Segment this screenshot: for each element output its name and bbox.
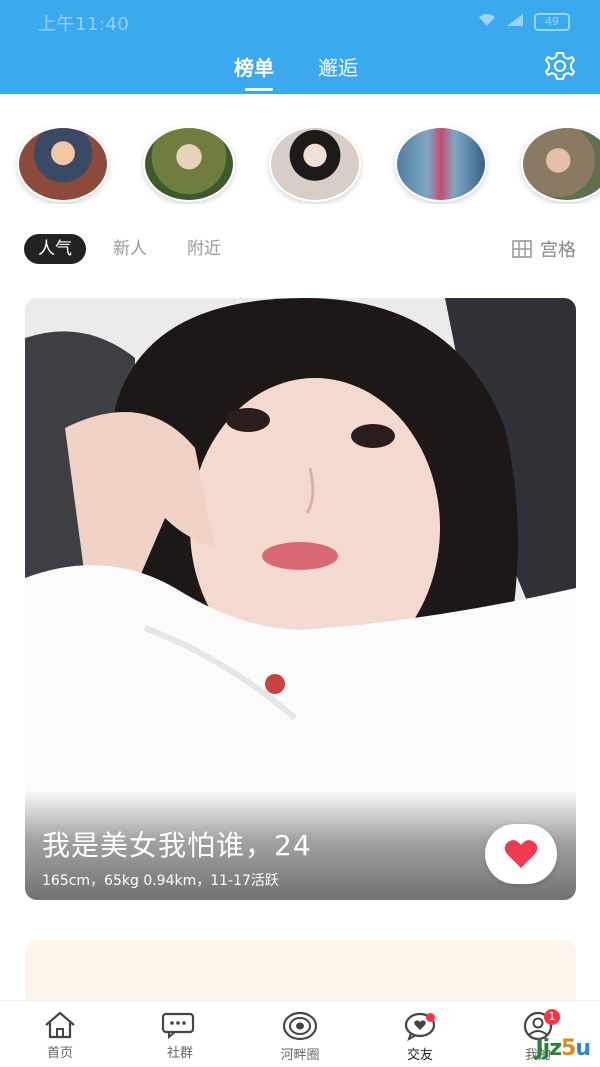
unread-badge: 1	[544, 1009, 560, 1025]
filter-popular[interactable]: 人气	[24, 234, 86, 264]
status-bar: 上午11:40 49	[0, 0, 600, 44]
nav-community[interactable]: 社群	[130, 1011, 230, 1067]
profile-meta: 165cm，65kg 0.94km，11-17活跃	[42, 873, 279, 889]
filter-nearby[interactable]: 附近	[187, 234, 221, 264]
tab-ranking[interactable]: 榜单	[234, 52, 274, 81]
nav-make-friends-label: 交友	[406, 1048, 433, 1063]
avatar[interactable]	[143, 126, 235, 202]
status-time: 上午11:40	[38, 14, 130, 35]
featured-profile-card[interactable]	[25, 298, 576, 900]
grid-view-label: 宫格	[540, 240, 576, 261]
active-tab-indicator	[245, 88, 273, 91]
nav-make-friends[interactable]: 交友	[370, 1011, 470, 1067]
grid-icon	[512, 240, 532, 258]
bottom-nav: 首页 社群 河畔圈 交友 1 我的	[0, 1000, 600, 1067]
notification-dot	[426, 1013, 435, 1022]
tab-encounter[interactable]: 邂逅	[318, 52, 358, 81]
filter-row: 人气 新人 附近 宫格	[0, 230, 600, 266]
filter-new[interactable]: 新人	[113, 234, 147, 264]
signal-icon	[506, 12, 524, 31]
chat-icon	[161, 1012, 195, 1039]
avatar[interactable]	[395, 126, 487, 202]
gear-icon	[545, 52, 575, 80]
battery-icon: 49	[534, 12, 570, 31]
nav-home-label: 首页	[46, 1046, 73, 1061]
status-icons: 49	[478, 12, 570, 31]
settings-button[interactable]	[542, 48, 578, 84]
avatar[interactable]	[17, 126, 109, 202]
top-ranked-avatars	[0, 126, 600, 204]
home-icon	[45, 1011, 75, 1039]
grid-view-toggle[interactable]: 宫格	[512, 234, 576, 264]
heart-icon	[504, 840, 538, 868]
wifi-icon	[478, 12, 496, 31]
like-button[interactable]	[485, 824, 557, 884]
profile-name-age: 我是美女我怕谁，24	[42, 829, 312, 862]
avatar[interactable]	[269, 126, 361, 202]
nav-river-circle-label: 河畔圈	[280, 1048, 320, 1063]
app-header: 上午11:40 49 榜单 邂逅	[0, 0, 600, 94]
nav-river-circle[interactable]: 河畔圈	[250, 1011, 350, 1067]
circle-icon	[282, 1011, 318, 1041]
avatar[interactable]	[521, 126, 600, 202]
nav-community-label: 社群	[166, 1046, 193, 1061]
watermark-logo: Jjz5u	[535, 1036, 591, 1061]
header-tabs: 榜单 邂逅	[0, 52, 600, 92]
nav-home[interactable]: 首页	[10, 1011, 110, 1067]
